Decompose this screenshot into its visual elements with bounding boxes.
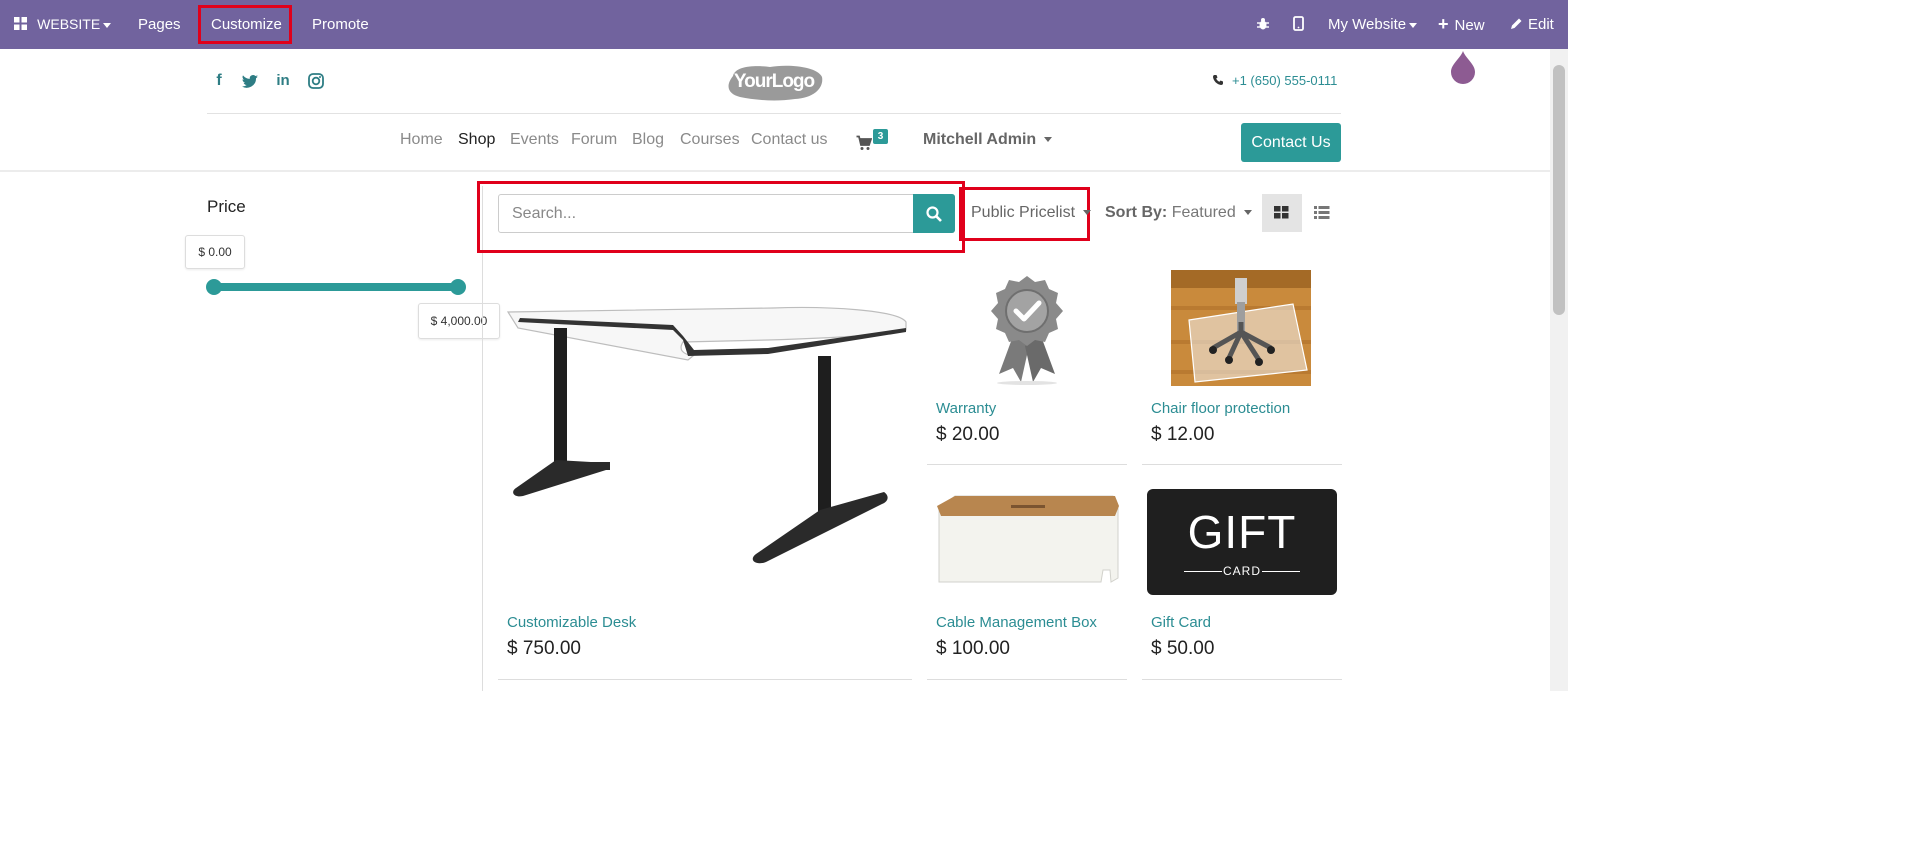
site-logo[interactable]: YourLogo [725, 62, 823, 101]
topbar-pages[interactable]: Pages [138, 0, 181, 49]
filter-divider [482, 186, 483, 691]
contact-us-button[interactable]: Contact Us [1241, 123, 1341, 162]
user-menu[interactable]: Mitchell Admin [923, 131, 1053, 149]
cable-box-image [937, 495, 1119, 583]
my-website-label: My Website [1328, 16, 1407, 33]
price-min-label: $ 0.00 [198, 245, 232, 259]
desk-image [506, 306, 907, 564]
nav-shop[interactable]: Shop [458, 131, 495, 149]
linkedin-icon[interactable]: in [274, 72, 292, 90]
product-price: $ 750.00 [507, 638, 581, 659]
product-card-chair-floor[interactable]: Chair floor protection $ 12.00 [1142, 270, 1342, 465]
my-website-menu[interactable]: My Website [1328, 0, 1418, 49]
user-name: Mitchell Admin [923, 131, 1037, 148]
nav-courses[interactable]: Courses [680, 131, 740, 149]
price-max-tooltip: $ 4,000.00 [418, 303, 500, 339]
header-phone[interactable]: +1 (650) 555-0111 [1212, 73, 1337, 88]
facebook-icon[interactable]: f [210, 72, 228, 90]
price-max-label: $ 4,000.00 [430, 314, 488, 328]
price-min-tooltip: $ 0.00 [185, 235, 245, 269]
debug-bug-icon[interactable] [1256, 0, 1270, 49]
gift-card-title: GIFT [1187, 506, 1297, 558]
product-divider [927, 464, 1127, 465]
twitter-icon[interactable] [241, 73, 259, 91]
pricelist-label: Public Pricelist [971, 204, 1076, 221]
product-price: $ 50.00 [1151, 638, 1215, 659]
cart-icon [856, 135, 872, 150]
sort-label: Sort By: [1105, 204, 1168, 221]
chair-floor-image [1171, 270, 1311, 386]
product-name[interactable]: Warranty [936, 400, 996, 417]
search-input[interactable] [499, 195, 913, 232]
mobile-preview-icon[interactable] [1293, 0, 1304, 49]
cart-link[interactable]: 3 [856, 129, 894, 153]
gift-card-subtitle: CARD [1222, 564, 1261, 578]
nav-contact-us[interactable]: Contact us [751, 131, 827, 149]
website-app-menu[interactable]: WEBSITE [14, 0, 112, 49]
product-divider [927, 679, 1127, 680]
list-view-button[interactable] [1302, 194, 1342, 232]
product-search [498, 194, 955, 233]
product-name[interactable]: Gift Card [1151, 614, 1211, 631]
product-price: $ 100.00 [936, 638, 1010, 659]
search-button[interactable] [913, 194, 955, 233]
nav-home[interactable]: Home [400, 131, 443, 149]
grid-view-button[interactable] [1262, 194, 1302, 232]
topbar-promote[interactable]: Promote [312, 0, 369, 49]
edit-label: Edit [1528, 16, 1554, 33]
new-button[interactable]: + New [1438, 0, 1485, 49]
phone-icon [1213, 75, 1223, 86]
customize-highlight [198, 5, 292, 44]
nav-blog[interactable]: Blog [632, 131, 664, 149]
phone-number: +1 (650) 555-0111 [1232, 73, 1338, 88]
cart-count-badge: 3 [873, 129, 888, 144]
product-card-desk[interactable]: Customizable Desk $ 750.00 [498, 270, 912, 690]
grid-view-icon [1274, 206, 1289, 219]
product-card-cable-box[interactable]: Cable Management Box $ 100.00 [927, 480, 1127, 680]
product-divider [498, 679, 912, 680]
price-min-handle[interactable] [206, 279, 222, 295]
edit-button[interactable]: Edit [1510, 0, 1554, 49]
product-card-gift[interactable]: GIFT CARD Gift Card $ 50.00 [1142, 480, 1342, 680]
product-name[interactable]: Customizable Desk [507, 614, 636, 631]
drop-indicator-icon [1451, 51, 1475, 84]
instagram-icon[interactable] [307, 72, 325, 90]
website-app-label: WEBSITE [37, 16, 101, 32]
search-icon [926, 206, 942, 222]
product-card-warranty[interactable]: Warranty $ 20.00 [927, 270, 1127, 465]
apps-grid-icon [14, 17, 27, 31]
product-name[interactable]: Chair floor protection [1151, 400, 1290, 417]
price-max-handle[interactable] [450, 279, 466, 295]
new-label: New [1454, 17, 1485, 34]
list-view-icon [1314, 206, 1330, 219]
plus-icon: + [1438, 14, 1449, 34]
warranty-badge-image [991, 276, 1063, 385]
page-scrollbar[interactable] [1550, 49, 1568, 691]
nav-forum[interactable]: Forum [571, 131, 617, 149]
logo-text: YourLogo [733, 71, 815, 92]
product-name[interactable]: Cable Management Box [936, 614, 1097, 631]
gift-card-image: GIFT CARD [1147, 489, 1337, 595]
pricelist-dropdown[interactable]: Public Pricelist [971, 204, 1092, 222]
product-price: $ 12.00 [1151, 424, 1215, 445]
sort-value: Featured [1171, 204, 1236, 221]
nav-shadow [0, 170, 1550, 172]
scrollbar-thumb[interactable] [1553, 65, 1565, 315]
pencil-icon [1511, 18, 1522, 30]
product-divider [1142, 464, 1342, 465]
product-price: $ 20.00 [936, 424, 1000, 445]
header-divider [207, 113, 1341, 114]
sort-dropdown[interactable]: Sort By: Featured [1105, 204, 1252, 222]
nav-events[interactable]: Events [510, 131, 559, 149]
price-filter-title: Price [207, 197, 246, 216]
product-divider [1142, 679, 1342, 680]
price-range-track[interactable] [208, 283, 464, 291]
